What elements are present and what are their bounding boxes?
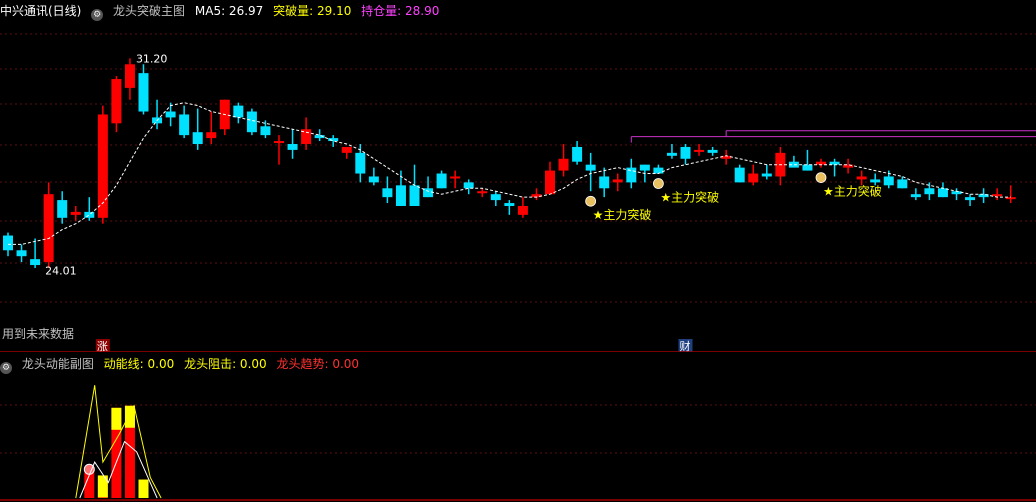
candle-body — [138, 73, 149, 112]
candle-body — [124, 64, 135, 88]
sub-header: ⚙ 龙头动能副图 动能线: 0.00 龙头阻击: 0.00 龙头趋势: 0.00 — [0, 355, 365, 374]
candle-body — [423, 188, 434, 198]
candle-body — [179, 114, 190, 136]
future-data-note: 用到未来数据 — [2, 326, 74, 341]
candle-body — [70, 211, 81, 215]
candle-body — [111, 79, 122, 124]
indicator-name[interactable]: 龙头突破主图 — [113, 4, 185, 18]
candle-body — [504, 203, 515, 206]
main-chart[interactable]: ★主力突破 ★主力突破 ★主力突破 31.20 24.01 用到未来数据 涨 财 — [0, 0, 1036, 352]
candle-body — [233, 105, 244, 118]
candle-body — [910, 194, 921, 198]
momentum-bar-cap — [97, 475, 108, 498]
candle-body — [992, 194, 1003, 197]
candle-body — [802, 164, 813, 171]
indicator-settings-icon[interactable]: ⚙ — [91, 9, 104, 21]
limit-up-tag[interactable]: 涨 — [95, 339, 110, 352]
finance-tag-text: 财 — [680, 339, 691, 352]
candle-body — [572, 146, 583, 162]
candle-body — [558, 158, 569, 171]
candle-body — [328, 138, 339, 142]
candle-body — [639, 164, 650, 171]
candle-body — [883, 176, 894, 186]
stock-name[interactable]: 中兴通讯(日线) — [0, 4, 81, 18]
candle-body — [585, 164, 596, 171]
candle-body — [870, 179, 881, 183]
candle-body — [409, 185, 420, 206]
candle-body — [43, 194, 54, 263]
momentum-bar-cap — [124, 405, 135, 428]
candle-body — [653, 167, 664, 174]
candle-body — [274, 141, 284, 144]
candle-body — [734, 167, 745, 183]
candle-body — [680, 146, 691, 159]
candle-body — [436, 173, 447, 189]
candle-body — [341, 146, 352, 153]
main-header: 中兴通讯(日线) ⚙ 龙头突破主图 MA5: 26.97 突破量: 29.10 … — [0, 2, 445, 21]
ma5-line — [8, 102, 1011, 245]
candle-body — [3, 235, 13, 251]
signal-label: ★主力突破 — [593, 207, 652, 222]
candle-body — [599, 176, 610, 189]
momentum-bar-cap — [138, 479, 149, 498]
money-bag-icon — [815, 172, 827, 184]
candle-body — [450, 176, 461, 179]
low-price-label: 24.01 — [45, 265, 77, 278]
candle-body — [666, 152, 677, 156]
candle-body — [246, 111, 257, 133]
money-bag-icon — [585, 195, 597, 207]
sub-grid — [0, 404, 1036, 454]
candle-body — [395, 185, 406, 206]
candle-body — [856, 176, 867, 180]
candle-body — [490, 194, 501, 201]
candle-body — [192, 132, 203, 144]
candle-body — [477, 191, 488, 194]
high-price-label: 31.20 — [136, 52, 168, 65]
momentum-bars — [83, 405, 149, 498]
sub-indicator-name[interactable]: 龙头动能副图 — [22, 357, 94, 371]
candle-body — [937, 188, 948, 198]
candle-body — [748, 173, 759, 183]
candle-body — [16, 250, 27, 257]
candle-body — [897, 179, 908, 189]
candle-body — [626, 167, 637, 183]
sub-chart[interactable] — [0, 353, 1036, 502]
candle-body — [84, 211, 95, 218]
candle-body — [382, 188, 393, 198]
resistance-lines — [630, 130, 1036, 143]
trend-value: 龙头趋势: 0.00 — [276, 357, 360, 371]
candle-body — [517, 206, 528, 215]
candle-body — [165, 111, 176, 118]
sub-indicator-settings-icon[interactable]: ⚙ — [0, 362, 12, 374]
candle-body — [30, 259, 41, 266]
candle-body — [965, 197, 976, 201]
candle-body — [57, 200, 68, 218]
candle-body — [694, 149, 705, 152]
candle-body — [924, 188, 935, 195]
momentum-bar-cap — [111, 407, 122, 430]
money-bag-icon — [653, 178, 664, 189]
candle-body — [206, 132, 217, 139]
candle-body — [707, 149, 718, 153]
signal-label: ★主力突破 — [660, 190, 719, 205]
candlesticks — [3, 58, 1016, 268]
candle-body — [355, 152, 366, 174]
candle-body — [612, 179, 623, 183]
ma5-value: MA5: 26.97 — [194, 4, 264, 18]
breakthrough-value: 突破量: 29.10 — [273, 4, 352, 18]
signal-label: ★主力突破 — [823, 184, 882, 199]
ma5-polyline — [8, 102, 1011, 245]
limit-up-tag-text: 涨 — [97, 340, 108, 352]
price-grid — [0, 33, 1036, 303]
candle-body — [287, 144, 298, 150]
momentum-value: 动能线: 0.00 — [103, 357, 175, 371]
candle-body — [463, 182, 474, 189]
candle-body — [761, 173, 772, 177]
candle-body — [368, 176, 379, 183]
holding-value: 持仓量: 28.90 — [361, 4, 440, 18]
candle-body — [545, 170, 555, 195]
resistance-value: 龙头阻击: 0.00 — [184, 357, 267, 371]
candle-body — [260, 126, 271, 136]
finance-tag[interactable]: 财 — [678, 339, 693, 352]
